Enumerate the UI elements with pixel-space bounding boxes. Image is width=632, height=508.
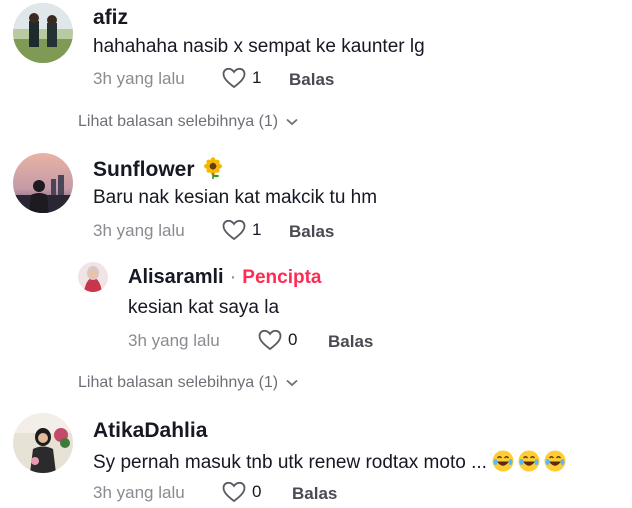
comment-timestamp: 3h yang lalu [93, 69, 185, 88]
comment-timestamp: 3h yang lalu [93, 483, 185, 502]
view-more-replies[interactable]: Lihat balasan selebihnya (1) [78, 374, 298, 392]
comment-timestamp: 3h yang lalu [93, 221, 185, 240]
reply-timestamp: 3h yang lalu [128, 331, 220, 350]
separator-dot: · [229, 266, 237, 288]
view-more-replies-label: Lihat balasan selebihnya (1) [78, 113, 279, 130]
comment-username[interactable]: Sunflower [93, 157, 224, 185]
chevron-down-icon [286, 118, 298, 126]
comment-text: hahahaha nasib x sempat ke kaunter lg [93, 36, 425, 57]
sunflower-emoji [202, 157, 224, 185]
view-more-replies-label: Lihat balasan selebihnya (1) [78, 374, 279, 391]
like-count: 0 [288, 330, 298, 349]
heart-outline-icon [258, 329, 282, 351]
heart-outline-icon [222, 481, 246, 503]
comment-text-content: Sy pernah masuk tnb utk renew rodtax mot… [93, 452, 487, 473]
laughing-tears-emoji [492, 450, 566, 478]
avatar[interactable] [13, 3, 73, 63]
comment-text: Sy pernah masuk tnb utk renew rodtax mot… [93, 450, 566, 478]
like-button[interactable]: 0 [258, 329, 297, 351]
chevron-down-icon [286, 379, 298, 387]
reply-button[interactable]: Balas [328, 332, 373, 352]
reply-button[interactable]: Balas [292, 484, 337, 504]
creator-badge: Pencipta [242, 267, 322, 288]
reply-username[interactable]: Alisaramli · Pencipta [128, 266, 321, 289]
like-count: 0 [252, 482, 262, 501]
like-button[interactable]: 1 [222, 219, 261, 241]
like-count: 1 [252, 220, 262, 239]
avatar[interactable] [78, 262, 108, 292]
reply-username-text: Alisaramli [128, 266, 224, 288]
avatar[interactable] [13, 153, 73, 213]
like-button[interactable]: 1 [222, 67, 261, 89]
like-count: 1 [252, 68, 262, 87]
view-more-replies[interactable]: Lihat balasan selebihnya (1) [78, 113, 298, 131]
avatar[interactable] [13, 413, 73, 473]
comment-username[interactable]: AtikaDahlia [93, 419, 207, 443]
heart-outline-icon [222, 219, 246, 241]
reply-text: kesian kat saya la [128, 297, 280, 318]
reply-button[interactable]: Balas [289, 70, 334, 90]
comment-username[interactable]: afiz [93, 6, 128, 30]
reply-button[interactable]: Balas [289, 222, 334, 242]
heart-outline-icon [222, 67, 246, 89]
like-button[interactable]: 0 [222, 481, 261, 503]
username-text: Sunflower [93, 158, 195, 181]
comment-text: Baru nak kesian kat makcik tu hm [93, 187, 378, 208]
